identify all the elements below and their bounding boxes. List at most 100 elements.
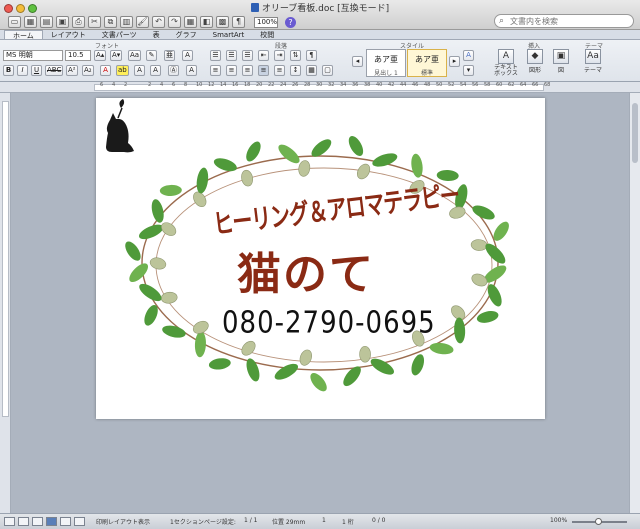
paste-icon[interactable]: ▥ <box>120 16 133 28</box>
bullets-icon[interactable]: ☰ <box>210 50 221 61</box>
align-center-icon[interactable]: ≡ <box>226 65 237 76</box>
tab-chart[interactable]: グラフ <box>168 30 205 39</box>
distributed-icon[interactable]: ≡ <box>274 65 285 76</box>
style-normal[interactable]: あア亜 標準 <box>407 49 447 77</box>
grid-icon[interactable]: ▦ <box>24 16 37 28</box>
insert-picture-button[interactable]: ▣ 図 <box>550 49 572 74</box>
view-outline-button[interactable] <box>18 517 29 526</box>
increase-indent-icon[interactable]: ⇥ <box>274 50 285 61</box>
search-box[interactable]: ⌕ <box>494 14 634 28</box>
grow-font-button[interactable]: A▴ <box>94 50 107 61</box>
style-heading1[interactable]: あア亜 見出し 1 <box>366 49 406 77</box>
print-icon[interactable]: ⎙ <box>72 16 85 28</box>
line-spacing-icon[interactable]: ↕ <box>290 65 301 76</box>
strikethrough-button[interactable]: ABC <box>45 65 64 76</box>
zoom-select[interactable]: 100% <box>254 16 278 28</box>
clear-format-icon[interactable]: ✎ <box>146 50 157 61</box>
vertical-ruler[interactable] <box>0 93 11 513</box>
view-publishing-button[interactable] <box>32 517 43 526</box>
format-painter-icon[interactable]: 🖌 <box>136 16 149 28</box>
ruler-tick-label: 40 <box>376 82 383 88</box>
horizontal-ruler[interactable]: 6 4 2 2 4 6 8 10 12 14 16 18 20 22 24 26 28 30 32 34 36 38 40 4… <box>0 82 640 93</box>
media-browser-icon[interactable]: ▩ <box>216 16 229 28</box>
style-options-icon[interactable]: ▾ <box>463 65 474 76</box>
char-shading-icon[interactable]: A <box>134 65 145 76</box>
numbering-icon[interactable]: ☰ <box>226 50 237 61</box>
scroll-thumb[interactable] <box>632 103 638 163</box>
font-group-label: フォント <box>95 43 120 50</box>
document-shop-name[interactable]: 猫のて <box>237 238 375 302</box>
underline-button[interactable]: U <box>31 65 42 76</box>
sort-icon[interactable]: ⇅ <box>290 50 301 61</box>
ruler-tick-label: 38 <box>364 82 371 88</box>
olive-leaf <box>274 363 299 380</box>
decrease-indent-icon[interactable]: ⇤ <box>258 50 269 61</box>
text-effects-icon[interactable]: A <box>150 65 161 76</box>
tab-layout[interactable]: レイアウト <box>43 30 94 39</box>
new-doc-icon[interactable]: ▭ <box>8 16 21 28</box>
olive-leaf <box>246 141 261 162</box>
ruler-tick-label: 12 <box>208 82 215 88</box>
superscript-button[interactable]: A² <box>66 65 78 76</box>
style-pane-icon[interactable]: A <box>463 50 474 61</box>
theme-button[interactable]: Aa テーマ <box>582 49 604 74</box>
borders-icon[interactable]: ▢ <box>322 65 333 76</box>
font-size-select[interactable]: 10.5 <box>65 50 91 61</box>
enclosed-char-icon[interactable]: Ⓐ <box>168 65 179 76</box>
tab-review[interactable]: 校閲 <box>252 30 282 39</box>
view-fullscreen-button[interactable] <box>74 517 85 526</box>
tab-home[interactable]: ホーム <box>4 30 43 40</box>
tab-smartart[interactable]: SmartArt <box>205 30 253 39</box>
bold-button[interactable]: B <box>3 65 14 76</box>
help-icon[interactable]: ? <box>285 16 296 28</box>
subscript-button[interactable]: A₂ <box>82 65 94 76</box>
sidebar-icon[interactable]: ◧ <box>200 16 213 28</box>
align-left-icon[interactable]: ≡ <box>210 65 221 76</box>
ruler-tick-label: 46 <box>412 82 419 88</box>
justify-icon[interactable]: ≡ <box>258 65 269 76</box>
save-icon[interactable]: ▣ <box>56 16 69 28</box>
shrink-font-button[interactable]: A▾ <box>110 50 123 61</box>
insert-textbox-button[interactable]: A テキスト ボックス <box>490 49 522 77</box>
ruler-tick-label: 48 <box>424 82 431 88</box>
gallery-icon[interactable]: ▦ <box>184 16 197 28</box>
highlight-button[interactable]: ab <box>116 65 129 76</box>
search-input[interactable] <box>510 16 630 26</box>
style-prev-button[interactable]: ◂ <box>352 56 363 67</box>
olive-fruit <box>357 163 371 180</box>
paragraph-marks-icon[interactable]: ¶ <box>232 16 245 28</box>
vertical-scrollbar[interactable] <box>629 93 640 513</box>
align-right-icon[interactable]: ≡ <box>242 65 253 76</box>
shading-icon[interactable]: ▦ <box>306 65 317 76</box>
change-case-button[interactable]: Aa <box>128 50 142 61</box>
insert-shape-button[interactable]: ◆ 図形 <box>525 49 545 74</box>
zoom-slider-knob[interactable] <box>595 518 602 525</box>
olive-leaf <box>125 241 141 261</box>
char-border-icon[interactable]: A <box>182 50 193 61</box>
copy-icon[interactable]: ⧉ <box>104 16 117 28</box>
style-name: 標準 <box>420 70 433 77</box>
italic-button[interactable]: I <box>17 65 28 76</box>
char-scale-icon[interactable]: A <box>186 65 197 76</box>
show-marks-icon[interactable]: ¶ <box>306 50 317 61</box>
cut-icon[interactable]: ✂ <box>88 16 101 28</box>
style-sample: あア亜 <box>415 55 439 64</box>
document-page[interactable]: ヒーリング＆アロマテラピー 猫のて 080-2790-0695 <box>96 98 545 419</box>
tab-table[interactable]: 表 <box>145 30 168 39</box>
open-folder-icon[interactable]: ▤ <box>40 16 53 28</box>
olive-leaf <box>310 373 327 392</box>
document-phone[interactable]: 080-2790-0695 <box>222 306 436 341</box>
multilevel-list-icon[interactable]: ☰ <box>242 50 253 61</box>
phonetic-guide-icon[interactable]: 亜 <box>164 50 175 61</box>
font-color-button[interactable]: A <box>100 65 111 76</box>
view-draft-button[interactable] <box>4 517 15 526</box>
undo-icon[interactable]: ↶ <box>152 16 165 28</box>
style-name: 見出し 1 <box>374 70 398 77</box>
font-name-select[interactable]: MS 明朝 <box>3 50 63 61</box>
style-next-button[interactable]: ▸ <box>449 56 460 67</box>
ruler-tick-label: 52 <box>448 82 455 88</box>
view-notebook-button[interactable] <box>60 517 71 526</box>
tab-document-parts[interactable]: 文書パーツ <box>94 30 145 39</box>
redo-icon[interactable]: ↷ <box>168 16 181 28</box>
view-print-layout-button[interactable] <box>46 517 57 526</box>
